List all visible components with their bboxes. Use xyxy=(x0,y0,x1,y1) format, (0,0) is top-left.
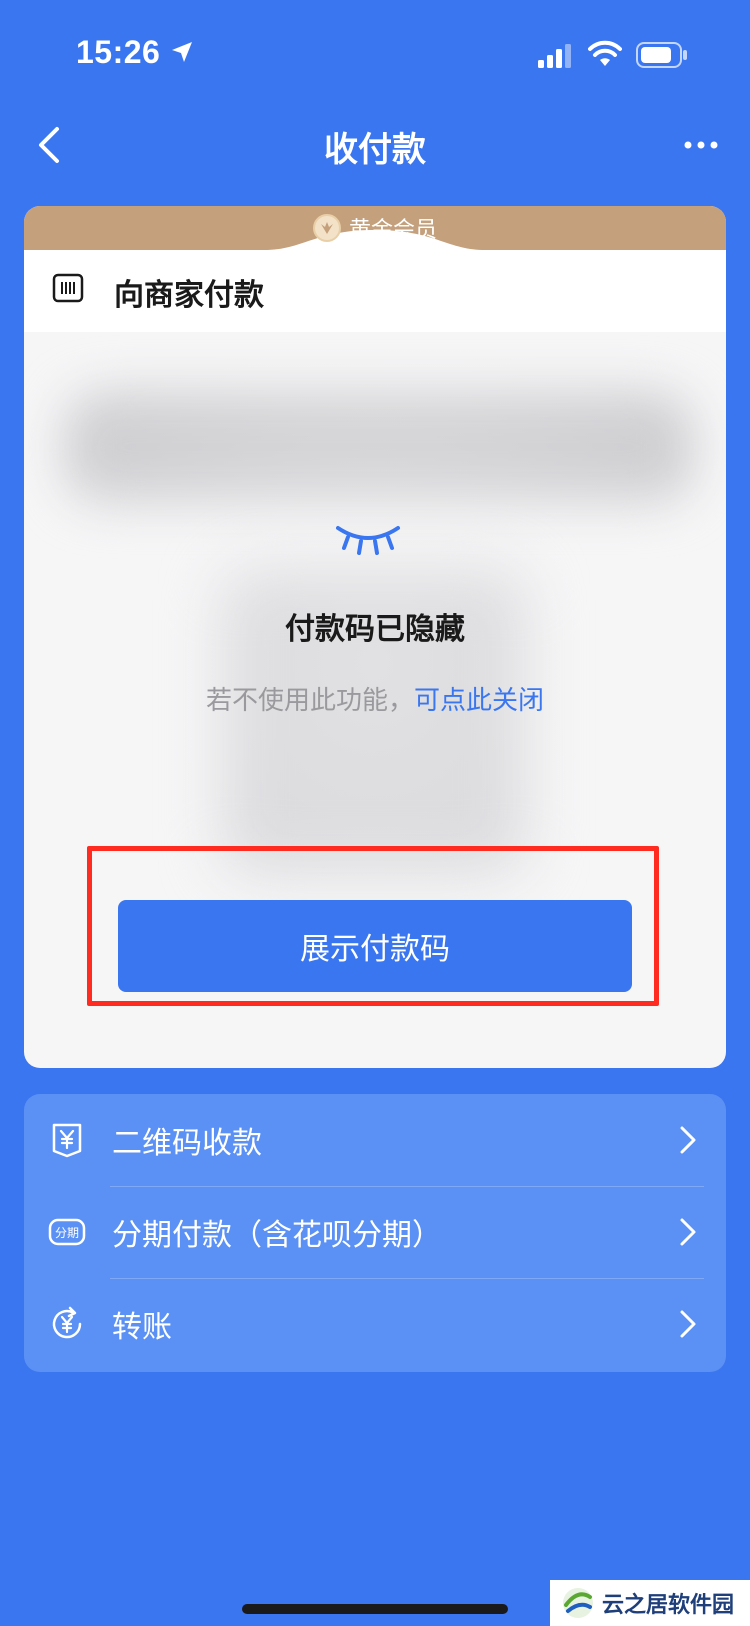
member-label: 黄金会员 xyxy=(348,218,437,243)
nav-bar: 收付款 xyxy=(0,110,750,180)
merchant-pay-header: 向商家付款 xyxy=(24,250,726,332)
payment-options-list: 二维码收款 分期 分期付款（含花呗分期） 转账 xyxy=(24,1094,726,1372)
option-label: 转账 xyxy=(112,1310,172,1345)
location-arrow-icon xyxy=(172,42,192,62)
barcode-icon xyxy=(52,273,84,303)
code-hidden-title: 付款码已隐藏 xyxy=(285,612,465,647)
closed-eye-icon xyxy=(336,526,400,555)
hint-text: 若不使用此功能， xyxy=(205,686,414,716)
watermark-text: 云之居软件园 xyxy=(602,1593,735,1618)
more-dots-icon xyxy=(684,141,718,149)
status-time: 15:26 xyxy=(76,34,161,70)
home-indicator[interactable] xyxy=(242,1604,508,1614)
member-label-group: 黄金会员 xyxy=(24,212,726,244)
show-payment-code-button[interactable]: 展示付款码 xyxy=(118,900,632,992)
chevron-right-icon xyxy=(680,1218,696,1246)
list-item-installment[interactable]: 分期 分期付款（含花呗分期） xyxy=(24,1186,726,1278)
more-button[interactable] xyxy=(676,120,726,170)
chevron-right-icon xyxy=(680,1126,696,1154)
installment-icon: 分期 xyxy=(48,1218,86,1246)
payment-screen: 15:26 收付款 黄金会员 向商家付款 付款码已隐藏 若不使用此功能，可点此关… xyxy=(0,0,750,1626)
qr-receive-yuan-icon xyxy=(52,1123,82,1158)
page-title: 收付款 xyxy=(324,130,426,170)
merchant-pay-title: 向商家付款 xyxy=(114,278,264,313)
transfer-yuan-icon xyxy=(52,1306,82,1339)
list-item-qr-receive[interactable]: 二维码收款 xyxy=(24,1094,726,1186)
pay-merchant-card: 黄金会员 向商家付款 付款码已隐藏 若不使用此功能，可点此关闭 展示付款码 xyxy=(24,206,726,1068)
wifi-icon xyxy=(588,40,622,66)
battery-icon xyxy=(636,42,687,68)
option-label: 分期付款（含花呗分期） xyxy=(112,1218,442,1253)
list-item-transfer[interactable]: 转账 xyxy=(24,1278,726,1370)
cellular-signal-icon xyxy=(538,44,571,68)
chevron-right-icon xyxy=(680,1310,696,1338)
hint-line: 若不使用此功能，可点此关闭 xyxy=(24,680,726,717)
member-crown-icon xyxy=(312,214,341,242)
close-feature-link[interactable]: 可点此关闭 xyxy=(414,686,544,716)
status-bar: 15:26 xyxy=(0,0,750,110)
watermark-logo-icon xyxy=(563,1588,593,1618)
svg-text:分期: 分期 xyxy=(55,1226,79,1240)
watermark: 云之居软件园 xyxy=(550,1580,750,1626)
option-label: 二维码收款 xyxy=(112,1126,262,1161)
